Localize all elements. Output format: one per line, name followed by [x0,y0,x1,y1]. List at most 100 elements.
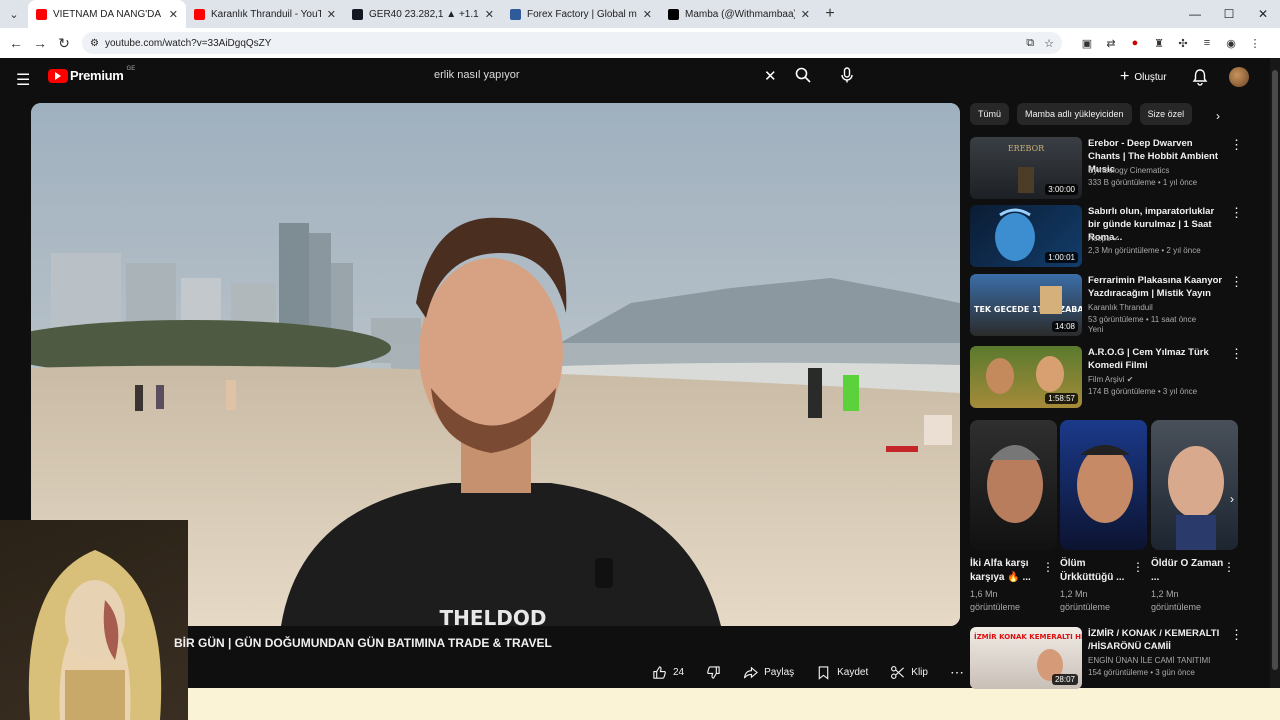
like-count: 24 [673,666,685,678]
video-thumbnail[interactable]: 1:00:01 [970,205,1082,267]
tab-search-icon[interactable]: ⌄ [0,0,28,28]
clear-search-icon[interactable]: ✕ [764,67,777,85]
close-tab-icon[interactable]: ✕ [169,8,178,21]
reload-icon[interactable]: ↻ [52,35,76,52]
bottom-bar [188,688,1280,720]
youtube-logo[interactable]: Premium GE [48,66,135,83]
more-vert-icon[interactable]: ⋮ [1230,627,1243,643]
media-icon[interactable]: ≡ [1200,36,1214,50]
duration-badge: 3:00:00 [1045,184,1078,195]
close-tab-icon[interactable]: ✕ [643,8,652,21]
video-meta: 2,3 Mn görüntüleme • 2 yıl önce [1088,246,1201,255]
maximize-icon[interactable]: ☐ [1212,0,1246,28]
tab-ger40[interactable]: GER40 23.282,1 ▲ +1.18% Adsız ✕ [344,0,502,28]
close-tab-icon[interactable]: ✕ [327,8,336,21]
minimize-icon[interactable]: — [1178,0,1212,28]
thumbs-up-icon [653,665,666,679]
avatar[interactable] [1229,67,1249,87]
extension-icon[interactable]: ♜ [1152,36,1166,50]
chip-for-you[interactable]: Size özel [1139,103,1193,125]
like-button[interactable]: 24 [652,665,684,680]
youtube-icon [36,8,47,20]
clip-button[interactable]: Klip [890,665,928,680]
channel-name[interactable]: Symbology Cinematics [1088,166,1169,175]
menu-dots-icon[interactable]: ⋮ [1248,36,1262,50]
channel-name[interactable]: ENGİN ÜNAN İLE CAMİ TANITIMI [1088,656,1210,665]
more-vert-icon[interactable]: ⋮ [1230,137,1243,153]
video-thumbnail[interactable]: EREBOR 3:00:00 [970,137,1082,199]
chip-all[interactable]: Tümü [970,103,1010,125]
video-title[interactable]: A.R.O.G | Cem Yılmaz Türk Komedi Filmi [1088,346,1226,372]
short-thumbnail[interactable] [1060,420,1147,550]
share-button[interactable]: Paylaş [743,665,794,680]
short-views: 1,2 Mn görüntüleme [1151,589,1202,612]
puzzle-icon[interactable]: ✣ [1176,36,1190,50]
short-title[interactable]: Öldür O Zaman ... [1151,557,1227,585]
video-thumbnail[interactable]: İZMİR KONAK KEMERALTI HİSARÖNÜ CAMİİ KIZ… [970,627,1082,689]
tab-vietnam[interactable]: VİETNAM DA NANG'DA BİR ✕ [28,0,186,28]
dislike-button[interactable] [706,665,721,680]
short-thumbnail[interactable] [1151,420,1238,550]
site-settings-icon[interactable]: ⚙ [90,38,99,49]
extension-icon[interactable]: ● [1128,36,1142,50]
video-thumbnail[interactable]: 1:58:57 [970,346,1082,408]
video-title[interactable]: İZMİR / KONAK / KEMERALTI /HİSARÖNÜ CAMİ… [1088,627,1226,653]
search-icon[interactable] [795,67,811,83]
extension-icon[interactable]: ⇄ [1104,36,1118,50]
scrollbar-thumb[interactable] [1272,70,1278,670]
tab-mamba[interactable]: Mamba (@Withmambaa) / X ✕ [660,0,818,28]
new-tab-icon[interactable]: + [818,5,842,23]
menu-icon[interactable]: ☰ [16,70,30,90]
list-item[interactable]: 1:58:57 A.R.O.G | Cem Yılmaz Türk Komedi… [970,346,1260,408]
list-item[interactable]: İZMİR KONAK KEMERALTI HİSARÖNÜ CAMİİ KIZ… [970,627,1260,689]
tab-title: GER40 23.282,1 ▲ +1.18% Adsız [369,8,479,20]
create-label: Oluştur [1134,71,1167,83]
tab-karanlik[interactable]: Karanlık Thranduil - YouTube ✕ [186,0,344,28]
back-icon[interactable]: ← [4,35,28,51]
more-vert-icon[interactable]: ⋮ [1132,560,1144,574]
more-actions-button[interactable]: ⋯ [950,664,964,681]
share-icon [743,666,759,678]
tradingview-icon [352,8,363,20]
tab-title: Karanlık Thranduil - YouTube [211,8,321,20]
short-title[interactable]: İki Alfa karşı karşıya 🔥 ... [970,557,1046,585]
channel-name[interactable]: Karanlık Thranduil [1088,303,1153,312]
notifications-bell-icon[interactable] [1192,68,1208,86]
short-title[interactable]: Ölüm Ürkküttüğü ... [1060,557,1136,585]
save-button[interactable]: Kaydet [816,665,868,680]
duration-badge: 28:07 [1051,674,1078,685]
forward-icon[interactable]: → [28,35,52,51]
extension-icon[interactable]: ▣ [1080,36,1094,50]
video-thumbnail[interactable]: TEK GECEDE 1TL'S ZABAR 14:08 [970,274,1082,336]
new-badge: Yeni [1088,325,1104,334]
page-scrollbar[interactable] [1270,58,1280,688]
chevron-right-icon[interactable]: › [1230,492,1234,506]
list-item[interactable]: EREBOR 3:00:00 Erebor - Deep Dwarven Cha… [970,137,1260,199]
more-vert-icon[interactable]: ⋮ [1230,274,1243,290]
tab-forexfactory[interactable]: Forex Factory | Global markets f ✕ [502,0,660,28]
more-vert-icon[interactable]: ⋮ [1230,205,1243,221]
thumb-text: İZMİR KONAK KEMERALTI HİSARÖNÜ CAMİİ KIZ… [974,632,1082,641]
url-field[interactable]: ⚙ youtube.com/watch?v=33AiDgqQsZY ⧉ ☆ [82,32,1062,54]
more-vert-icon[interactable]: ⋮ [1223,560,1235,574]
install-app-icon[interactable]: ⧉ [1026,37,1034,50]
chip-from-uploader[interactable]: Mamba adlı yükleyiciden [1017,103,1132,125]
chevron-right-icon[interactable]: › [1216,109,1220,123]
list-item[interactable]: TEK GECEDE 1TL'S ZABAR 14:08 Ferrarimin … [970,274,1260,336]
close-tab-icon[interactable]: ✕ [801,8,810,21]
channel-name[interactable]: Film Arşivi ✔ [1088,375,1133,384]
mic-icon[interactable] [840,67,854,83]
profile-icon[interactable]: ◉ [1224,36,1238,50]
verified-icon: ✔ [1112,234,1120,243]
search-input[interactable]: erlik nasıl yapıyor [434,69,520,81]
more-vert-icon[interactable]: ⋮ [1042,560,1054,574]
short-thumbnail[interactable] [970,420,1057,550]
close-window-icon[interactable]: ✕ [1246,0,1280,28]
list-item[interactable]: 1:00:01 Sabırlı olun, imparatorluklar bi… [970,205,1260,267]
more-vert-icon[interactable]: ⋮ [1230,346,1243,362]
channel-name[interactable]: Acepe ✔ [1088,234,1120,243]
bookmark-star-icon[interactable]: ☆ [1044,37,1054,50]
close-tab-icon[interactable]: ✕ [485,8,494,21]
video-title[interactable]: Ferrarimin Plakasına Kaanyor Yazdıracağı… [1088,274,1226,300]
create-button[interactable]: + Oluştur [1120,68,1167,86]
